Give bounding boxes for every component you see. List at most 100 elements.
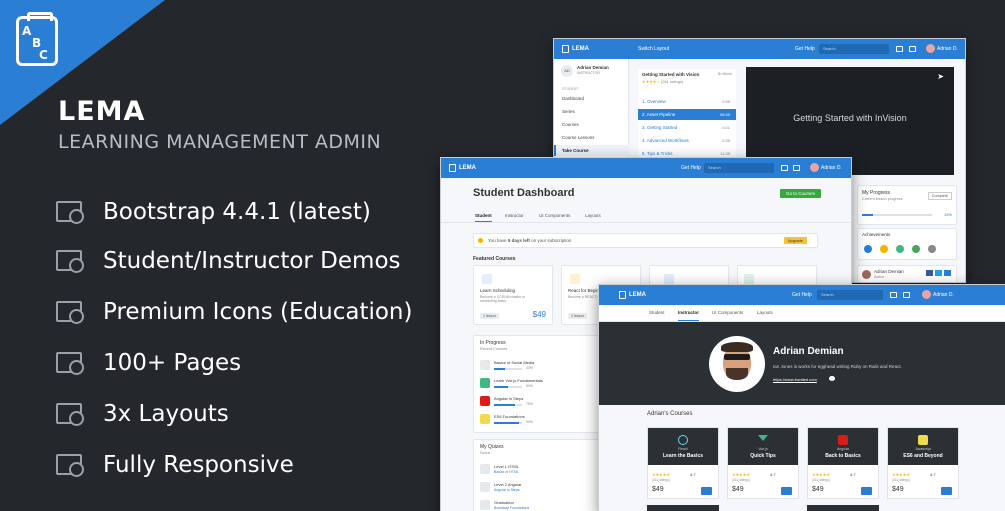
feature-item: 3x Layouts bbox=[56, 397, 229, 431]
vue-icon bbox=[758, 435, 768, 441]
badge-icon bbox=[896, 245, 904, 253]
user-name[interactable]: Adrian D. bbox=[933, 292, 954, 298]
course-card[interactable]: React Learn the Basics ★★★★★ 4.7 (2k1 ra… bbox=[647, 427, 719, 499]
lesson-time: 0:55 bbox=[722, 99, 730, 104]
add-to-cart-button[interactable] bbox=[701, 487, 712, 495]
sidebar-item-take-course[interactable]: Take Course bbox=[562, 148, 589, 153]
nav-logo[interactable]: LEMA bbox=[562, 45, 589, 53]
rating-count: (2k1 ratings) bbox=[812, 478, 830, 482]
tab-layouts[interactable]: Layouts bbox=[585, 213, 601, 218]
quiz-icon bbox=[480, 500, 490, 510]
badge-icon bbox=[912, 245, 920, 253]
get-help-link[interactable]: Get Help bbox=[681, 165, 701, 171]
go-to-courses-button[interactable]: Go to Courses bbox=[780, 189, 822, 198]
sidebar-item-course-lessons[interactable]: Course Lessons bbox=[562, 135, 595, 140]
lesson-item-active[interactable]: 2. Asset Pipeline bbox=[642, 112, 675, 117]
upgrade-button[interactable]: Upgrade bbox=[783, 237, 807, 244]
get-help-link[interactable]: Get Help bbox=[792, 292, 812, 298]
lesson-time: 06:40 bbox=[719, 112, 730, 117]
search-input[interactable]: Search bbox=[704, 163, 774, 173]
nav-logo-text: LEMA bbox=[629, 292, 646, 298]
mail-icon[interactable] bbox=[793, 165, 800, 171]
rating-stars: ★★★★★ bbox=[732, 472, 750, 477]
add-to-cart-button[interactable] bbox=[781, 487, 792, 495]
facebook-icon[interactable] bbox=[926, 270, 933, 276]
switch-layout-link[interactable]: Switch Layout bbox=[638, 46, 669, 52]
tab-student[interactable]: Student bbox=[649, 310, 665, 315]
brand-name: LEMA bbox=[58, 96, 146, 127]
course-card[interactable]: Vue.js Quick Tips ★★★★★ 4.7 (2k1 ratings… bbox=[727, 427, 799, 499]
course-card[interactable]: Javascript ES6 and Beyond ★★★★★ 4.7 (2k1… bbox=[887, 427, 959, 499]
lesson-item[interactable]: 1. Overview bbox=[642, 99, 666, 104]
tab-instructor[interactable]: Instructor bbox=[505, 213, 524, 218]
course-card[interactable]: Angular Back to Basics ★★★★★ 4.7 (2k1 ra… bbox=[807, 427, 879, 499]
avatar[interactable] bbox=[926, 44, 935, 53]
tab-layouts[interactable]: Layouts bbox=[757, 310, 773, 315]
add-to-cart-button[interactable] bbox=[861, 487, 872, 495]
lesson-item[interactable]: 3. Getting Started bbox=[642, 125, 677, 130]
get-help-link[interactable]: Get Help bbox=[795, 46, 815, 52]
avatar bbox=[709, 336, 765, 392]
nav-logo[interactable]: LEMA bbox=[619, 291, 646, 299]
sidebar-item-dashboard[interactable]: Dashboard bbox=[562, 96, 584, 101]
feature-item: Premium Icons (Education) bbox=[56, 295, 412, 329]
progress-bar bbox=[862, 214, 932, 216]
rating-value: 4.7 bbox=[770, 472, 776, 477]
nav-logo-text: LEMA bbox=[459, 165, 476, 171]
quiz-title[interactable]: Level 1 HTML bbox=[494, 464, 519, 469]
twitter-icon[interactable] bbox=[935, 270, 942, 276]
linkedin-icon[interactable] bbox=[944, 270, 951, 276]
website-link[interactable]: https://www.frontted.com bbox=[773, 377, 817, 382]
scheduling-icon bbox=[482, 274, 492, 284]
share-icon[interactable]: ➤ bbox=[937, 72, 944, 81]
quiz-icon bbox=[480, 464, 490, 474]
mail-icon[interactable] bbox=[909, 46, 916, 52]
course-icon bbox=[664, 274, 674, 284]
quiz-course-link[interactable]: Basics of HTML bbox=[494, 470, 519, 474]
cart-icon[interactable] bbox=[781, 165, 788, 171]
avatar[interactable] bbox=[922, 290, 931, 299]
user-name[interactable]: Adrian D. bbox=[937, 46, 958, 52]
cart-icon[interactable] bbox=[890, 292, 897, 298]
user-name[interactable]: Adrian D. bbox=[821, 165, 842, 171]
nav-logo-text: LEMA bbox=[572, 46, 589, 52]
book-search-icon bbox=[56, 348, 86, 378]
course-title: ES6 and Beyond bbox=[903, 453, 943, 459]
tab-instructor[interactable]: Instructor bbox=[678, 310, 700, 321]
add-to-cart-button[interactable] bbox=[941, 487, 952, 495]
search-input[interactable]: Search bbox=[817, 290, 883, 300]
course-price: $49 bbox=[732, 486, 744, 493]
course-category: Javascript bbox=[915, 447, 931, 451]
sidebar-item-series[interactable]: Series bbox=[562, 109, 575, 114]
brand-tagline: LEARNING MANAGEMENT ADMIN bbox=[58, 131, 382, 153]
sidebar-item-courses[interactable]: Courses bbox=[562, 122, 579, 127]
progress-bar bbox=[494, 422, 522, 424]
tab-student[interactable]: Student bbox=[475, 213, 492, 222]
quiz-title[interactable]: Graduation bbox=[494, 500, 514, 505]
quiz-course-link[interactable]: Bootstrap Foundations bbox=[494, 506, 529, 510]
quiz-course-link[interactable]: Angular in Steps bbox=[494, 488, 520, 492]
course-title[interactable]: Angular in Steps bbox=[494, 396, 523, 401]
twitter-icon[interactable] bbox=[829, 376, 835, 381]
tab-ui-components[interactable]: UI Components bbox=[539, 213, 570, 218]
nav-logo[interactable]: LEMA bbox=[449, 164, 476, 172]
progress-bar bbox=[494, 404, 522, 406]
lesson-item[interactable]: 5. Tips & Tricks bbox=[642, 151, 673, 156]
logo-icon bbox=[619, 291, 626, 299]
course-card[interactable]: Learn Scheduling Become a SCRUM master i… bbox=[473, 265, 553, 325]
lesson-item[interactable]: 4. Advanced Workflows bbox=[642, 138, 689, 143]
complete-button[interactable]: Complete bbox=[927, 192, 952, 200]
course-title[interactable]: Learn Vue.js Fundamentals bbox=[494, 378, 543, 383]
search-input[interactable]: Search bbox=[819, 44, 889, 54]
tab-ui-components[interactable]: UI Components bbox=[712, 310, 743, 315]
course-title[interactable]: ES6 Foundations bbox=[494, 414, 525, 419]
lesson-badge: 2 lesson bbox=[568, 313, 588, 319]
mail-icon[interactable] bbox=[903, 292, 910, 298]
avatar[interactable] bbox=[810, 163, 819, 172]
profile-role: INSTRUCTOR bbox=[577, 71, 600, 75]
course-desc: Become a SCRUM master in scheduling task… bbox=[480, 295, 525, 303]
quiz-title[interactable]: Level 2 Angular bbox=[494, 482, 522, 487]
course-title[interactable]: Basics of Social Media bbox=[494, 360, 534, 365]
video-title: Getting Started with InVision bbox=[793, 113, 907, 123]
cart-icon[interactable] bbox=[896, 46, 903, 52]
